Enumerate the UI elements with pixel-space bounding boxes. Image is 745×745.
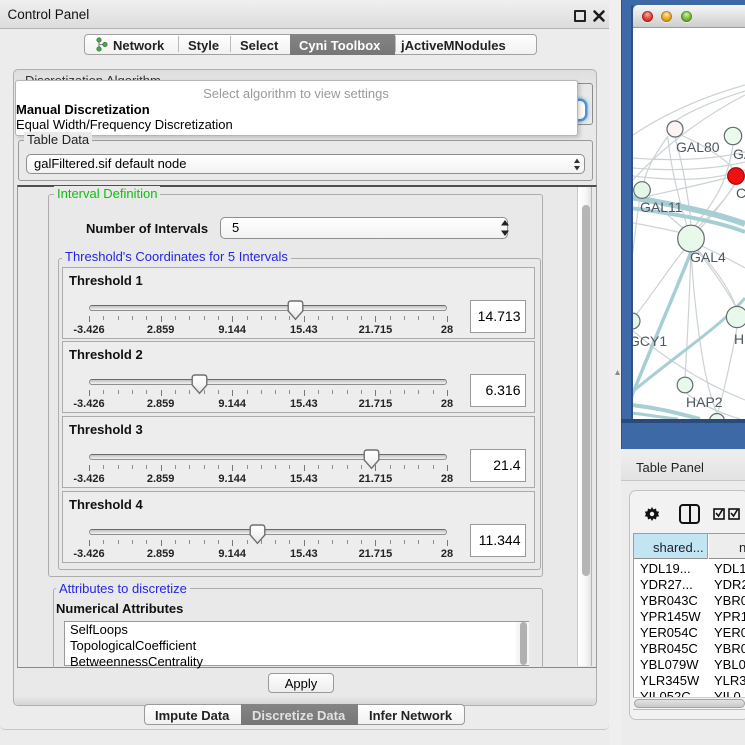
svg-text:C: C <box>736 185 745 201</box>
svg-text:GA: GA <box>733 146 745 162</box>
svg-text:GCY1: GCY1 <box>633 333 667 349</box>
svg-text:GAL4: GAL4 <box>690 249 726 265</box>
svg-text:HAP2: HAP2 <box>686 394 723 410</box>
svg-text:H: H <box>734 331 744 347</box>
svg-text:GAL80: GAL80 <box>676 139 720 155</box>
svg-text:GAL11: GAL11 <box>640 199 683 215</box>
